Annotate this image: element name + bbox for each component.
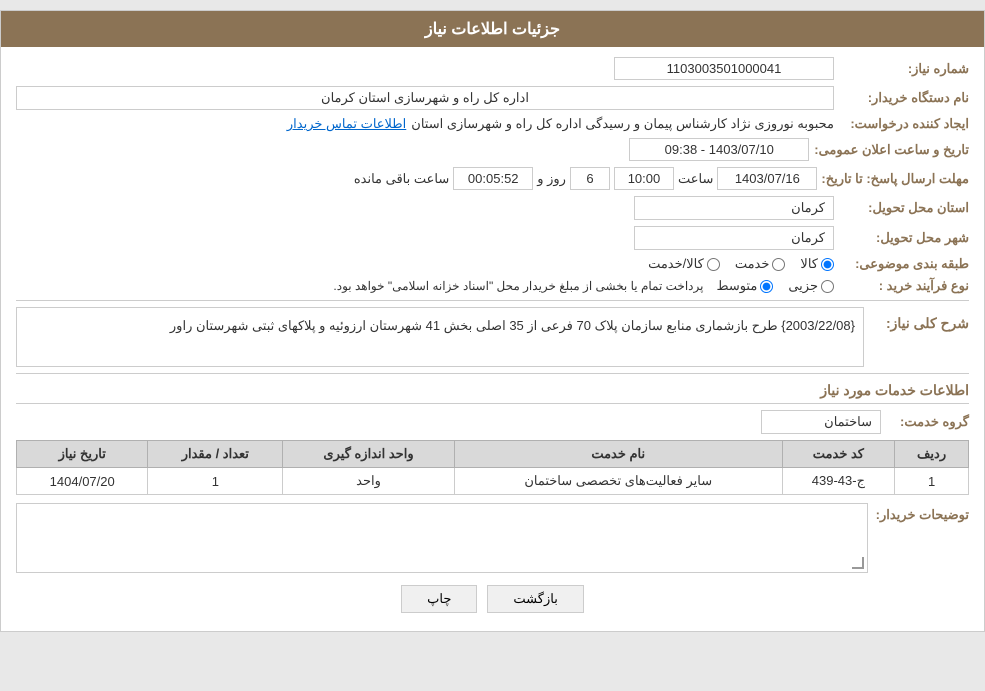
group-value: ساختمان <box>761 410 881 434</box>
th-row-num: ردیف <box>895 441 969 468</box>
description-row: شرح کلی نیاز: {2003/22/08} طرح بازشماری … <box>16 307 969 367</box>
buyer-org-value: اداره کل راه و شهرسازی استان کرمان <box>16 86 834 110</box>
services-section: اطلاعات خدمات مورد نیاز گروه خدمت: ساختم… <box>16 382 969 495</box>
remaining-days-label: روز و <box>537 171 566 187</box>
back-button[interactable]: بازگشت <box>487 585 583 613</box>
proc-radio-mota-label: متوسط <box>716 278 757 294</box>
province-label: استان محل تحویل: <box>839 200 969 216</box>
divider-2 <box>16 373 969 374</box>
buttons-row: بازگشت چاپ <box>16 585 969 613</box>
cat-radio-khedmat: خدمت <box>735 256 786 272</box>
cat-radio-kala-khedmat-input[interactable] <box>707 258 720 271</box>
td-quantity: 1 <box>148 468 283 495</box>
request-number-value: 1103003501000041 <box>614 57 834 80</box>
process-label: نوع فرآیند خرید : <box>839 278 969 294</box>
city-value: کرمان <box>634 226 834 250</box>
proc-radio-jozii-input[interactable] <box>821 280 834 293</box>
td-service-code: ج-43-439 <box>782 468 894 495</box>
group-row: گروه خدمت: ساختمان <box>16 410 969 434</box>
remaining-time-label: ساعت باقی مانده <box>354 171 449 187</box>
reply-time-label: ساعت <box>678 171 713 187</box>
page-wrapper: جزئیات اطلاعات نیاز شماره نیاز: 11030035… <box>0 10 985 632</box>
remaining-days-value: 6 <box>570 167 610 190</box>
process-radio-group: جزیی متوسط <box>716 278 834 294</box>
process-note: پرداخت تمام یا بخشی از مبلغ خریدار محل "… <box>333 279 703 293</box>
td-service-name: سایر فعالیت‌های تخصصی ساختمان <box>454 468 782 495</box>
announce-date-label: تاریخ و ساعت اعلان عمومی: <box>814 142 969 158</box>
category-label: طبقه بندی موضوعی: <box>839 256 969 272</box>
province-row: استان محل تحویل: کرمان <box>16 196 969 220</box>
announce-date-value: 1403/07/10 - 09:38 <box>629 138 809 161</box>
proc-radio-jozii-label: جزیی <box>788 278 818 294</box>
th-unit: واحد اندازه گیری <box>283 441 455 468</box>
cat-radio-kala-input[interactable] <box>821 258 834 271</box>
content-area: شماره نیاز: 1103003501000041 نام دستگاه … <box>1 47 984 631</box>
th-service-code: کد خدمت <box>782 441 894 468</box>
reply-deadline-row: مهلت ارسال پاسخ: تا تاریخ: 1403/07/16 سا… <box>16 167 969 190</box>
cat-radio-kala-label: کالا <box>800 256 818 272</box>
process-row: نوع فرآیند خرید : جزیی متوسط پرداخت تمام… <box>16 278 969 294</box>
buyer-org-row: نام دستگاه خریدار: اداره کل راه و شهرساز… <box>16 86 969 110</box>
th-service-name: نام خدمت <box>454 441 782 468</box>
request-number-row: شماره نیاز: 1103003501000041 <box>16 57 969 80</box>
services-table: ردیف کد خدمت نام خدمت واحد اندازه گیری ت… <box>16 440 969 495</box>
th-date: تاریخ نیاز <box>17 441 148 468</box>
buyer-notes-row: توضیحات خریدار: <box>16 503 969 573</box>
buyer-notes-label: توضیحات خریدار: <box>876 503 969 523</box>
request-number-label: شماره نیاز: <box>839 61 969 77</box>
td-row-num: 1 <box>895 468 969 495</box>
buyer-notes-box <box>16 503 868 573</box>
td-date: 1404/07/20 <box>17 468 148 495</box>
page-header: جزئیات اطلاعات نیاز <box>1 11 984 47</box>
divider-1 <box>16 300 969 301</box>
description-value: {2003/22/08} طرح بازشماری منابع سازمان پ… <box>16 307 864 367</box>
page-title: جزئیات اطلاعات نیاز <box>425 21 560 38</box>
proc-radio-jozii: جزیی <box>788 278 834 294</box>
table-row: 1 ج-43-439 سایر فعالیت‌های تخصصی ساختمان… <box>17 468 969 495</box>
category-row: طبقه بندی موضوعی: کالا خدمت کالا/خدمت <box>16 256 969 272</box>
province-value: کرمان <box>634 196 834 220</box>
creator-value: محبوبه نوروزی نژاد کارشناس پیمان و رسیدگ… <box>411 116 834 132</box>
reply-date-value: 1403/07/16 <box>717 167 817 190</box>
print-button[interactable]: چاپ <box>401 585 477 613</box>
creator-row: ایجاد کننده درخواست: محبوبه نوروزی نژاد … <box>16 116 969 132</box>
cat-radio-kala: کالا <box>800 256 834 272</box>
proc-radio-mota-input[interactable] <box>760 280 773 293</box>
cat-radio-khedmat-label: خدمت <box>735 256 770 272</box>
category-radio-group: کالا خدمت کالا/خدمت <box>648 256 834 272</box>
announce-date-row: تاریخ و ساعت اعلان عمومی: 1403/07/10 - 0… <box>16 138 969 161</box>
description-section-title: شرح کلی نیاز: <box>869 315 969 332</box>
city-row: شهر محل تحویل: کرمان <box>16 226 969 250</box>
remaining-time-value: 00:05:52 <box>453 167 533 190</box>
creator-label: ایجاد کننده درخواست: <box>839 116 969 132</box>
group-label: گروه خدمت: <box>889 414 969 430</box>
cat-radio-khedmat-input[interactable] <box>772 258 785 271</box>
creator-link[interactable]: اطلاعات تماس خریدار <box>287 116 406 132</box>
cat-radio-kala-khedmat-label: کالا/خدمت <box>648 256 704 272</box>
reply-deadline-label: مهلت ارسال پاسخ: تا تاریخ: <box>821 171 969 187</box>
services-title: اطلاعات خدمات مورد نیاز <box>16 382 969 404</box>
city-label: شهر محل تحویل: <box>839 230 969 246</box>
cat-radio-kala-khedmat: کالا/خدمت <box>648 256 720 272</box>
reply-time-value: 10:00 <box>614 167 674 190</box>
th-quantity: تعداد / مقدار <box>148 441 283 468</box>
buyer-org-label: نام دستگاه خریدار: <box>839 90 969 106</box>
td-unit: واحد <box>283 468 455 495</box>
proc-radio-mota: متوسط <box>716 278 773 294</box>
